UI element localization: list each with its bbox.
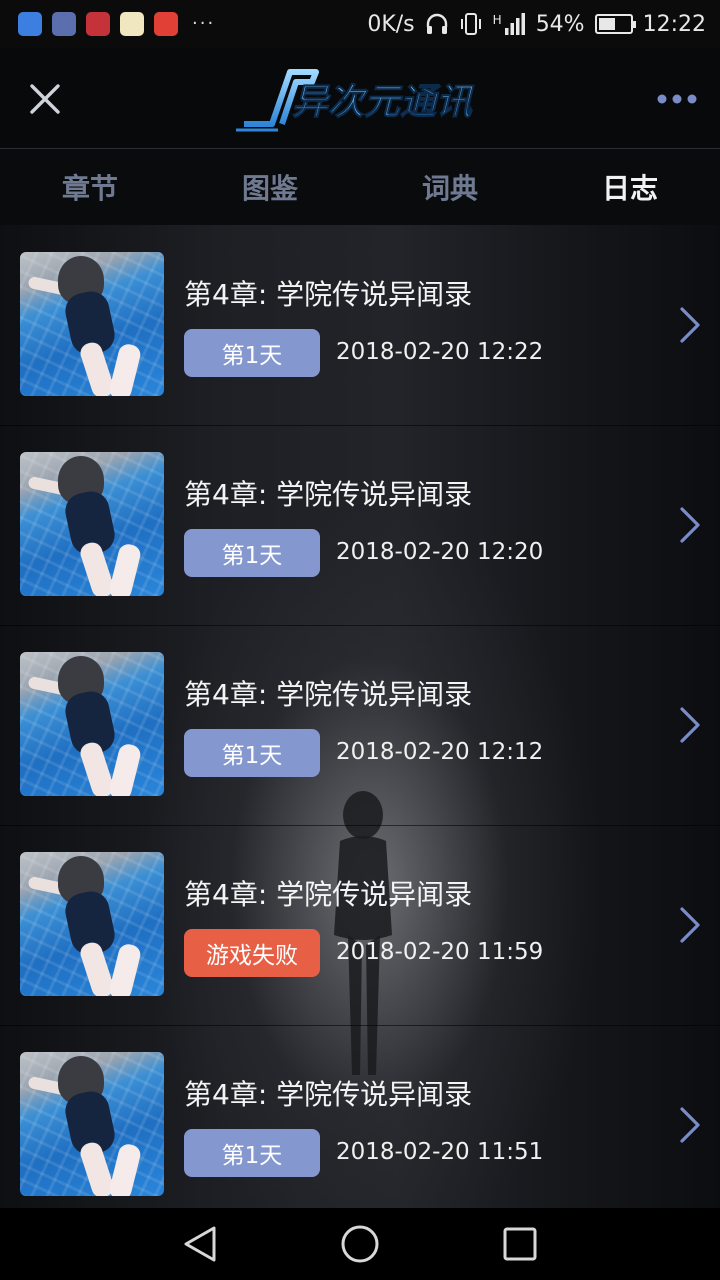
chapter-thumbnail — [20, 452, 164, 596]
entry-datetime: 2018-02-20 11:59 — [336, 939, 544, 965]
status-bar: ··· 0K/s H 54% 12:22 — [0, 0, 720, 48]
chapter-thumbnail — [20, 652, 164, 796]
chevron-right-icon — [680, 507, 700, 543]
entry-datetime: 2018-02-20 12:12 — [336, 739, 544, 765]
entry-title: 第4章: 学院传说异闻录 — [184, 878, 473, 911]
entry-datetime: 2018-02-20 11:51 — [336, 1139, 544, 1165]
more-notifications-icon: ··· — [192, 13, 216, 34]
signal-icon: H — [493, 13, 526, 35]
battery-percent: 54% — [535, 11, 585, 37]
chapter-thumbnail — [20, 852, 164, 996]
app-logo: 异次元通讯 — [236, 69, 476, 132]
tab-log[interactable]: 日志 — [540, 149, 720, 225]
qq-icon — [18, 12, 42, 36]
log-list: 第4章: 学院传说异闻录 第1天 2018-02-20 12:22 第4章: 学… — [0, 225, 720, 1208]
tab-chapters[interactable]: 章节 — [0, 149, 180, 225]
headphones-icon — [426, 13, 447, 34]
chevron-right-icon — [680, 307, 700, 343]
log-entry[interactable]: 第4章: 学院传说异闻录 第1天 2018-02-20 12:20 — [0, 425, 720, 626]
notification-icons: ··· — [18, 12, 215, 36]
battery-icon — [594, 14, 636, 34]
signal-type: H — [492, 13, 502, 27]
chevron-right-icon — [680, 907, 700, 943]
day-badge: 第1天 — [184, 529, 320, 577]
network-speed: 0K/s — [367, 11, 415, 37]
red-app-icon — [86, 12, 110, 36]
tab-bar: 章节 图鉴 词典 日志 — [0, 149, 720, 225]
chevron-right-icon — [680, 707, 700, 743]
entry-datetime: 2018-02-20 12:22 — [336, 339, 544, 365]
day-badge: 第1天 — [184, 1129, 320, 1177]
home-circle-icon — [341, 1225, 379, 1263]
app-bar: 异次元通讯 — [0, 48, 720, 149]
entry-datetime: 2018-02-20 12:20 — [336, 539, 544, 565]
entry-title: 第4章: 学院传说异闻录 — [184, 678, 473, 711]
chevron-right-icon — [680, 1107, 700, 1143]
close-icon — [30, 84, 60, 114]
more-dots-icon — [657, 94, 697, 104]
system-nav-bar — [0, 1208, 720, 1280]
chapter-thumbnail — [20, 1052, 164, 1196]
battery-fill — [598, 18, 615, 30]
tab-dictionary[interactable]: 词典 — [360, 149, 540, 225]
log-entry[interactable]: 第4章: 学院传说异闻录 第1天 2018-02-20 11:51 — [0, 1025, 720, 1208]
music-icon — [154, 12, 178, 36]
recents-button[interactable] — [490, 1214, 550, 1274]
logo-text: 异次元通讯 — [292, 82, 475, 123]
chapter-thumbnail — [20, 252, 164, 396]
recents-square-icon — [503, 1227, 537, 1261]
back-triangle-icon — [184, 1226, 216, 1262]
close-button[interactable] — [22, 76, 68, 122]
day-badge: 第1天 — [184, 329, 320, 377]
entry-title: 第4章: 学院传说异闻录 — [184, 478, 473, 511]
entry-title: 第4章: 学院传说异闻录 — [184, 1078, 473, 1111]
entry-title: 第4章: 学院传说异闻录 — [184, 278, 473, 311]
log-entry[interactable]: 第4章: 学院传说异闻录 游戏失败 2018-02-20 11:59 — [0, 825, 720, 1026]
log-entry[interactable]: 第4章: 学院传说异闻录 第1天 2018-02-20 12:12 — [0, 625, 720, 826]
day-badge: 第1天 — [184, 729, 320, 777]
log-entry[interactable]: 第4章: 学院传说异闻录 第1天 2018-02-20 12:22 — [0, 225, 720, 426]
clock: 12:22 — [642, 11, 706, 37]
back-button[interactable] — [170, 1214, 230, 1274]
score-app-icon — [120, 12, 144, 36]
vibrate-icon — [460, 13, 481, 35]
game-icon — [52, 12, 76, 36]
tab-gallery[interactable]: 图鉴 — [180, 149, 360, 225]
game-over-badge: 游戏失败 — [184, 929, 320, 977]
home-button[interactable] — [330, 1214, 390, 1274]
more-options-button[interactable] — [652, 76, 702, 122]
